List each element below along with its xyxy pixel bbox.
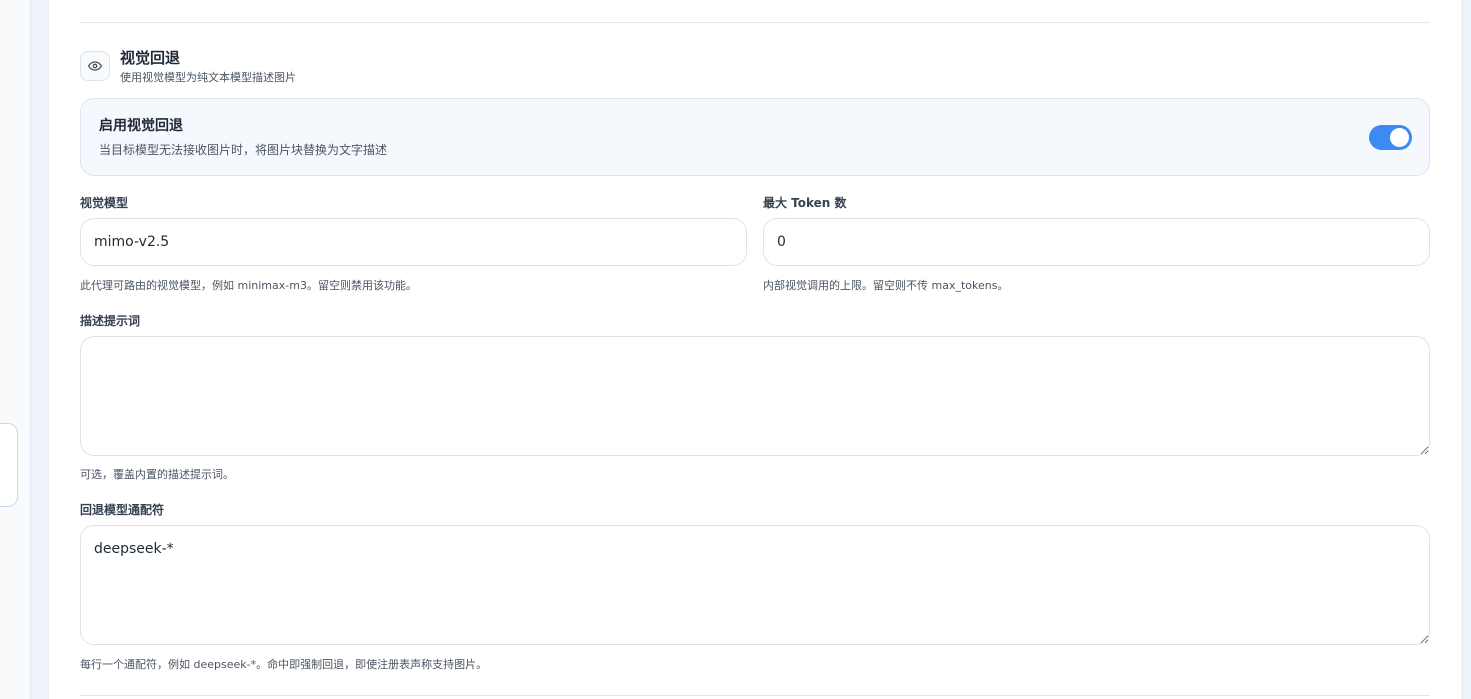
section-divider-bottom (80, 695, 1430, 696)
enable-toggle-title: 启用视觉回退 (99, 118, 183, 134)
vision-model-help: 此代理可路由的视觉模型，例如 minimax-m3。留空则禁用该功能。 (80, 279, 417, 292)
left-sidebar-rail (0, 0, 31, 699)
max-tokens-help: 内部视觉调用的上限。留空则不传 max_tokens。 (763, 279, 1009, 292)
right-gutter (1461, 0, 1471, 699)
max-tokens-input[interactable] (763, 218, 1430, 266)
toggle-knob (1390, 128, 1409, 147)
enable-vision-fallback-card: 启用视觉回退 当目标模型无法接收图片时，将图片块替换为文字描述 (80, 98, 1430, 176)
section-divider (80, 22, 1430, 23)
enable-vision-fallback-toggle[interactable] (1369, 125, 1412, 150)
prompt-label: 描述提示词 (80, 314, 141, 328)
wildcards-label: 回退模型通配符 (80, 503, 165, 517)
sidebar-collapse-handle[interactable] (0, 423, 18, 507)
vision-model-label: 视觉模型 (80, 196, 129, 210)
section-subtitle: 使用视觉模型为纯文本模型描述图片 (120, 71, 296, 84)
eye-icon (80, 51, 110, 81)
enable-toggle-description: 当目标模型无法接收图片时，将图片块替换为文字描述 (99, 143, 388, 157)
section-title: 视觉回退 (120, 49, 181, 67)
vision-model-input[interactable] (80, 218, 747, 266)
max-tokens-label: 最大 Token 数 (763, 196, 847, 210)
wildcards-help: 每行一个通配符，例如 deepseek-*。命中即强制回退，即使注册表声称支持图… (80, 658, 488, 671)
wildcards-textarea[interactable]: deepseek-* (80, 525, 1430, 645)
prompt-help: 可选，覆盖内置的描述提示词。 (80, 468, 234, 481)
prompt-textarea[interactable] (80, 336, 1430, 456)
